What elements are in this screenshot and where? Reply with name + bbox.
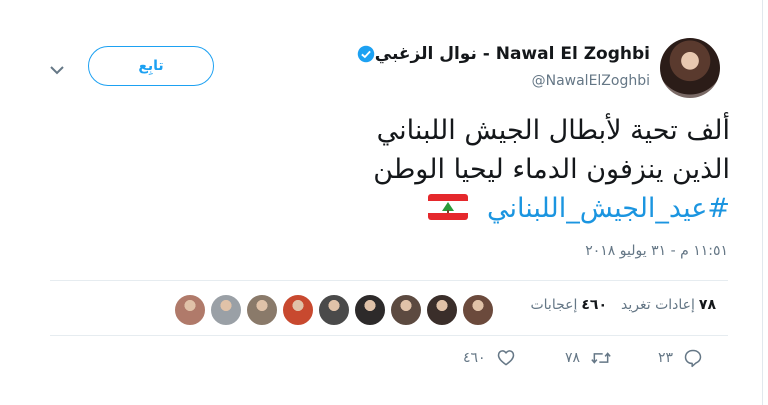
tweet-hashtag-line: #عيد_الجيش_اللبناني (170, 189, 730, 228)
liker-avatar[interactable] (174, 294, 206, 326)
heart-icon (497, 350, 514, 366)
like-count: ٤٦٠ (463, 350, 486, 366)
liker-avatar[interactable] (246, 294, 278, 326)
reply-count: ٢٣ (658, 350, 674, 366)
likers-avatars (170, 294, 494, 326)
likes-label[interactable]: إعجابات (530, 297, 577, 313)
user-handle[interactable]: @NawalElZoghbi (532, 73, 650, 89)
reply-action[interactable]: ٢٣ (658, 348, 703, 368)
likes-count[interactable]: ٤٦٠ (581, 297, 607, 313)
card-border (762, 0, 763, 405)
follow-button[interactable]: تابِع (88, 46, 214, 86)
avatar[interactable] (660, 38, 720, 98)
liker-avatar[interactable] (318, 294, 350, 326)
tweet-timestamp[interactable]: ١١:٥١ م - ٣١ يوليو ٢٠١٨ (585, 243, 728, 259)
chevron-down-icon[interactable] (44, 57, 70, 83)
liker-avatar[interactable] (210, 294, 242, 326)
liker-avatar[interactable] (462, 294, 494, 326)
divider (50, 335, 728, 336)
liker-avatar[interactable] (390, 294, 422, 326)
like-action[interactable]: ٤٦٠ (463, 348, 516, 368)
tweet-text: ألف تحية لأبطال الجيش اللبناني الذين ينز… (170, 111, 730, 228)
liker-avatar[interactable] (354, 294, 386, 326)
hashtag-link[interactable]: #عيد_الجيش_اللبناني (487, 193, 730, 224)
tweet-line-2: الذين ينزفون الدماء ليحيا الوطن (373, 154, 730, 185)
display-name[interactable]: نوال الزغبي - Nawal El Zoghbi (375, 44, 650, 64)
retweet-action[interactable]: ٧٨ (565, 348, 612, 368)
verified-badge-icon (357, 45, 375, 63)
divider (50, 280, 728, 281)
retweets-label[interactable]: إعادات تغريد (621, 297, 695, 313)
retweet-count: ٧٨ (565, 350, 581, 366)
retweet-icon (591, 352, 611, 364)
liker-avatar[interactable] (282, 294, 314, 326)
author-name-row[interactable]: نوال الزغبي - Nawal El Zoghbi (351, 44, 650, 64)
tweet-stats: ٧٨ إعادات تغريد ٤٦٠ إعجابات (530, 297, 716, 313)
tweet-line-1: ألف تحية لأبطال الجيش اللبناني (376, 115, 730, 146)
retweets-count[interactable]: ٧٨ (699, 297, 716, 313)
liker-avatar[interactable] (426, 294, 458, 326)
reply-icon (684, 349, 702, 368)
lebanon-flag-icon (428, 194, 469, 220)
